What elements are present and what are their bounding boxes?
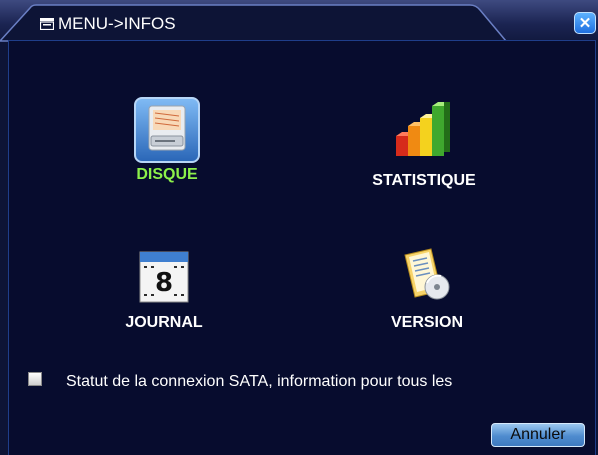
- menu-item-label: VERSION: [390, 314, 463, 331]
- window-title-text: MENU->INFOS: [58, 14, 176, 33]
- sata-info-label: Statut de la connexion SATA, information…: [66, 373, 453, 390]
- bar-chart-icon: [388, 97, 460, 169]
- calendar-icon: 8: [128, 239, 200, 311]
- content-panel: DISQUE STATISTIQUE 8 JOURNAL VERSION: [8, 40, 596, 455]
- menu-item-statistique[interactable]: STATISTIQUE: [359, 97, 489, 191]
- menu-item-label: DISQUE: [136, 166, 198, 183]
- menu-item-label: JOURNAL: [125, 314, 203, 331]
- sata-info-checkbox[interactable]: [28, 372, 42, 386]
- close-button[interactable]: ✕: [574, 12, 596, 34]
- window-menu-icon: [40, 18, 54, 30]
- calendar-day-number: 8: [155, 268, 173, 298]
- menu-item-journal[interactable]: 8 JOURNAL: [109, 239, 219, 333]
- menu-item-disque[interactable]: DISQUE: [117, 97, 217, 185]
- cancel-button[interactable]: Annuler: [491, 423, 585, 447]
- window-title: MENU->INFOS: [40, 14, 176, 34]
- menu-item-version[interactable]: VERSION: [377, 239, 477, 333]
- infos-window: MENU->INFOS ✕ DISQUE STATISTIQUE 8 JOURN…: [0, 0, 598, 455]
- version-document-icon: [391, 239, 463, 311]
- close-icon: ✕: [578, 14, 592, 32]
- disk-icon: [134, 97, 200, 163]
- menu-item-label: STATISTIQUE: [372, 172, 476, 189]
